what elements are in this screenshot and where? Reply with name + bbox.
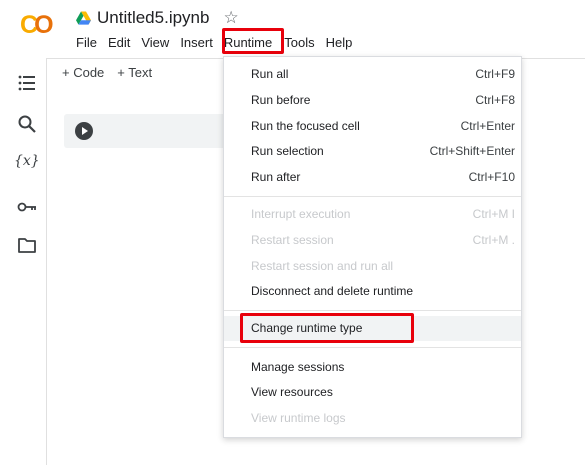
menu-insert[interactable]: Insert: [180, 34, 213, 52]
menu-item-run-focused-cell[interactable]: Run the focused cell Ctrl+Enter: [224, 114, 521, 139]
variables-icon[interactable]: {x}: [14, 153, 40, 173]
left-sidebar: {x}: [0, 59, 47, 465]
menu-item-view-runtime-logs: View runtime logs: [251, 411, 346, 425]
menu-item-run-selection[interactable]: Run selection Ctrl+Shift+Enter: [224, 139, 521, 164]
menu-edit[interactable]: Edit: [108, 34, 130, 52]
add-code-button[interactable]: + Code: [62, 65, 104, 80]
menu-item-interrupt-execution: Interrupt execution Ctrl+M I: [251, 207, 515, 221]
table-of-contents-icon[interactable]: [17, 73, 37, 93]
menu-file[interactable]: File: [76, 34, 97, 52]
menu-item-run-before[interactable]: Run before Ctrl+F8: [224, 88, 521, 113]
title-row: Untitled5.ipynb ☆: [76, 7, 239, 29]
menu-separator: [224, 310, 521, 311]
menu-item-run-after[interactable]: Run after Ctrl+F10: [224, 165, 521, 190]
menu-separator: [224, 347, 521, 348]
menu-view[interactable]: View: [141, 34, 169, 52]
notebook-toolbar: + Code + Text: [62, 65, 165, 80]
menu-item-restart-session: Restart session Ctrl+M .: [251, 233, 515, 247]
google-drive-icon: [76, 11, 91, 25]
notebook-title[interactable]: Untitled5.ipynb: [97, 8, 209, 28]
folder-icon[interactable]: [17, 235, 37, 255]
menu-item-disconnect-delete-runtime[interactable]: Disconnect and delete runtime: [224, 279, 521, 304]
logo-letter-c: C: [20, 11, 38, 39]
menu-item-manage-sessions[interactable]: Manage sessions: [224, 355, 521, 380]
add-text-button[interactable]: + Text: [117, 65, 152, 80]
change-runtime-type-highlight-box: [240, 313, 414, 343]
run-cell-icon[interactable]: [75, 122, 93, 140]
runtime-dropdown-menu: Run all Ctrl+F9 Run before Ctrl+F8 Run t…: [223, 56, 522, 438]
menu-help[interactable]: Help: [326, 34, 353, 52]
menu-item-view-resources[interactable]: View resources: [224, 380, 521, 405]
runtime-menu-highlight-box: [222, 28, 284, 54]
menubar: File Edit View Insert Runtime Tools Help: [76, 34, 363, 52]
key-icon[interactable]: [17, 197, 37, 217]
star-icon[interactable]: ☆: [223, 8, 238, 28]
logo-letter-o: O: [34, 11, 54, 39]
menu-item-run-all[interactable]: Run all Ctrl+F9: [224, 62, 521, 87]
code-cell[interactable]: [64, 114, 234, 148]
menu-item-restart-session-and-run-all: Restart session and run all: [251, 259, 394, 273]
menu-tools[interactable]: Tools: [284, 34, 314, 52]
menu-separator: [224, 196, 521, 197]
colab-logo[interactable]: CO: [20, 12, 62, 38]
search-icon[interactable]: [17, 114, 37, 134]
